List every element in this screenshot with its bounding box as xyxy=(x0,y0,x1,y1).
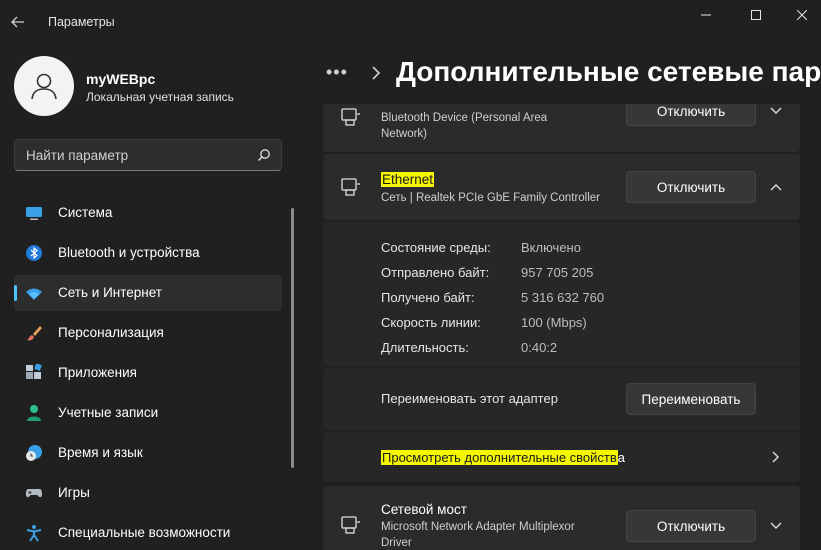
adapter-properties-panel: Состояние среды: Включено Отправлено бай… xyxy=(323,222,800,366)
sidebar-item-gaming[interactable]: Игры xyxy=(14,475,282,511)
rename-label: Переименовать этот адаптер xyxy=(381,391,558,406)
chevron-up-icon[interactable] xyxy=(769,180,783,194)
adapter-desc: Сеть | Realtek PCIe GbE Family Controlle… xyxy=(381,192,601,204)
avatar[interactable] xyxy=(14,56,74,116)
network-adapter-icon xyxy=(341,516,360,534)
rename-button[interactable]: Переименовать xyxy=(626,383,756,415)
sidebar-item-label: Персонализация xyxy=(58,325,164,340)
maximize-button[interactable] xyxy=(733,0,779,30)
active-indicator xyxy=(14,285,17,301)
adapter-card-bluetooth[interactable]: Bluetooth Device (Personal Area Network)… xyxy=(323,104,800,152)
person-icon xyxy=(27,405,41,421)
sidebar-item-label: Bluetooth и устройства xyxy=(58,245,200,260)
prop-value: Включено xyxy=(521,240,581,255)
gamepad-icon xyxy=(25,489,43,498)
sidebar-item-accessibility[interactable]: Специальные возможности xyxy=(14,515,282,550)
sidebar-item-accounts[interactable]: Учетные записи xyxy=(14,395,282,431)
search-input[interactable]: Найти параметр xyxy=(14,139,282,171)
sidebar-item-label: Сеть и Интернет xyxy=(58,285,162,300)
chevron-right-icon xyxy=(772,451,779,463)
bluetooth-icon xyxy=(26,245,42,261)
sidebar-item-network[interactable]: Сеть и Интернет xyxy=(14,275,282,311)
highlight-mark: Ethernet xyxy=(381,172,435,187)
sidebar-item-bluetooth[interactable]: Bluetooth и устройства xyxy=(14,235,282,271)
network-adapter-icon xyxy=(341,108,360,126)
adapter-name-text: Ethernet xyxy=(382,172,434,187)
view-more-properties-row[interactable]: Просмотреть дополнительные свойства xyxy=(323,432,800,482)
back-arrow-icon xyxy=(11,16,24,28)
view-more-properties-link[interactable]: Просмотреть дополнительные свойства xyxy=(381,450,625,465)
monitor-icon xyxy=(26,207,42,220)
prop-value: 100 (Mbps) xyxy=(521,315,587,330)
disable-button[interactable]: Отключить xyxy=(626,510,756,542)
prop-label: Получено байт: xyxy=(381,290,475,305)
adapters-list: Bluetooth Device (Personal Area Network)… xyxy=(323,104,800,550)
chevron-down-icon[interactable] xyxy=(769,104,783,118)
person-avatar-icon xyxy=(31,73,57,100)
sidebar-scrollbar[interactable] xyxy=(291,208,294,468)
sidebar-item-apps[interactable]: Приложения xyxy=(14,355,282,391)
prop-value: 957 705 205 xyxy=(521,265,594,280)
user-name: myWEBpc xyxy=(86,71,156,87)
sidebar-item-label: Специальные возможности xyxy=(58,525,231,540)
highlight-mark: Просмотреть дополнительные свойств xyxy=(381,450,618,465)
sidebar-item-time-language[interactable]: Время и язык xyxy=(14,435,282,471)
adapter-name: Ethernet xyxy=(381,172,435,187)
sidebar-item-label: Система xyxy=(58,205,113,220)
sidebar-item-personalization[interactable]: Персонализация xyxy=(14,315,282,351)
adapter-card-bridge[interactable]: Сетевой мост Microsoft Network Adapter M… xyxy=(323,486,800,550)
rename-row: Переименовать этот адаптер Переименовать xyxy=(323,368,800,430)
breadcrumb-more-button[interactable]: ••• xyxy=(326,62,348,83)
page-title: Дополнительные сетевые парам xyxy=(396,56,821,87)
sidebar-item-label: Учетные записи xyxy=(58,405,159,420)
app-title: Параметры xyxy=(48,15,115,29)
adapter-desc-line2: Network) xyxy=(381,128,428,140)
back-button[interactable] xyxy=(10,8,34,36)
prop-value: 5 316 632 760 xyxy=(521,290,605,305)
brush-icon xyxy=(27,326,42,341)
disable-button[interactable]: Отключить xyxy=(626,171,756,203)
account-type: Локальная учетная запись xyxy=(86,90,234,104)
prop-label: Скорость линии: xyxy=(381,315,481,330)
prop-value: 0:40:2 xyxy=(521,340,558,355)
sidebar-item-label: Игры xyxy=(58,485,90,500)
apps-icon xyxy=(26,364,42,379)
maximize-icon xyxy=(751,10,761,20)
network-adapter-icon xyxy=(341,178,360,196)
adapter-card-ethernet[interactable]: Ethernet Сеть | Realtek PCIe GbE Family … xyxy=(323,154,800,220)
adapter-name: Сетевой мост xyxy=(381,502,467,517)
close-button[interactable] xyxy=(779,0,821,30)
view-more-highlighted-text: Просмотреть дополнительные свойств xyxy=(382,450,617,465)
sidebar-item-system[interactable]: Система xyxy=(14,195,282,231)
prop-label: Состояние среды: xyxy=(381,240,491,255)
adapter-desc-line2: Driver xyxy=(381,537,412,549)
prop-label: Длительность: xyxy=(381,340,469,355)
sidebar-nav: Система Bluetooth и устройства Сеть и Ин… xyxy=(14,195,282,550)
accessibility-icon xyxy=(26,525,42,542)
clock-globe-icon xyxy=(26,445,42,461)
search-icon[interactable] xyxy=(257,148,271,162)
close-icon xyxy=(797,10,807,20)
sidebar-item-label: Время и язык xyxy=(58,445,143,460)
chevron-right-icon xyxy=(372,66,381,80)
chevron-down-icon[interactable] xyxy=(769,519,783,533)
sidebar-item-label: Приложения xyxy=(58,365,137,380)
adapter-desc-line1: Bluetooth Device (Personal Area xyxy=(381,112,548,124)
disable-button[interactable]: Отключить xyxy=(626,104,756,126)
view-more-rest-text: а xyxy=(617,450,626,465)
wifi-icon xyxy=(26,288,42,300)
minimize-icon xyxy=(701,14,711,16)
adapter-desc-line1: Microsoft Network Adapter Multiplexor xyxy=(381,521,575,533)
search-placeholder: Найти параметр xyxy=(26,148,129,163)
title-bar: Параметры xyxy=(0,0,821,46)
prop-label: Отправлено байт: xyxy=(381,265,490,280)
minimize-button[interactable] xyxy=(683,0,729,30)
